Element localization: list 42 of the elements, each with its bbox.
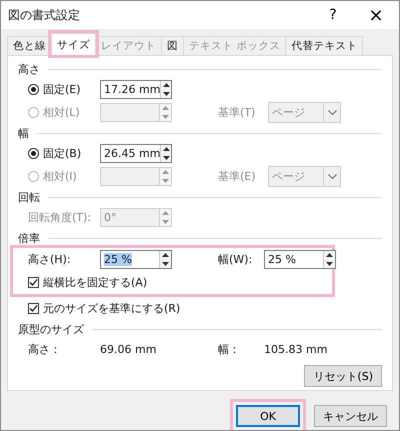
chevron-down-icon [328, 174, 336, 179]
scale-label: 幅(W): [218, 252, 254, 267]
reference-label: 基準(T) [218, 105, 256, 120]
reference-label: 基準(E) [218, 169, 257, 184]
radio-label: 相対(I) [43, 169, 77, 184]
info-label: 幅： [218, 342, 241, 357]
section-title: 回転 [18, 190, 40, 204]
chevron-down-icon [328, 110, 336, 115]
number-field[interactable]: 17.26 mm [100, 80, 172, 99]
radio-button[interactable] [28, 148, 39, 159]
number-field[interactable]: 26.45 mm [100, 144, 172, 163]
checkbox-label: 縦横比を固定する(A) [43, 275, 148, 290]
number-field[interactable]: 25 % [264, 250, 336, 269]
close-button[interactable]: × [353, 1, 399, 29]
spin-buttons[interactable] [159, 251, 171, 268]
spin-buttons[interactable] [160, 81, 171, 98]
number-field[interactable]: 25 % [100, 250, 172, 269]
section-title: 原型のサイズ [18, 322, 84, 336]
reset-button[interactable]: リセット(S) [304, 365, 382, 387]
checkbox[interactable] [28, 303, 39, 314]
dialog-button[interactable]: OK [236, 405, 300, 427]
radio-button[interactable] [28, 84, 39, 95]
section-title: 幅 [18, 126, 29, 140]
info-value: 105.83 mm [264, 343, 328, 356]
rotation-label: 回転角度(T): [28, 210, 92, 225]
spin-buttons[interactable] [160, 145, 171, 162]
info-label: 高さ： [28, 342, 62, 357]
checkbox[interactable] [28, 277, 39, 288]
dialog-button[interactable]: キャンセル [314, 405, 387, 427]
info-value: 69.06 mm [100, 343, 158, 356]
scale-label: 高さ(H): [28, 252, 72, 267]
radio-label: 相対(L) [43, 105, 80, 120]
help-button[interactable]: ? [313, 1, 353, 29]
window-title: 図の書式設定 [8, 6, 80, 24]
spin-buttons[interactable] [323, 251, 335, 268]
checkbox-label: 元のサイズを基準にする(R) [43, 301, 180, 316]
tab[interactable]: サイズ [51, 33, 96, 55]
section-title: 高さ [18, 62, 40, 76]
radio-label: 固定(E) [43, 82, 81, 97]
radio-label: 固定(B) [43, 146, 82, 161]
tab[interactable]: 代替テキスト [285, 36, 364, 55]
section-title: 倍率 [18, 230, 40, 246]
